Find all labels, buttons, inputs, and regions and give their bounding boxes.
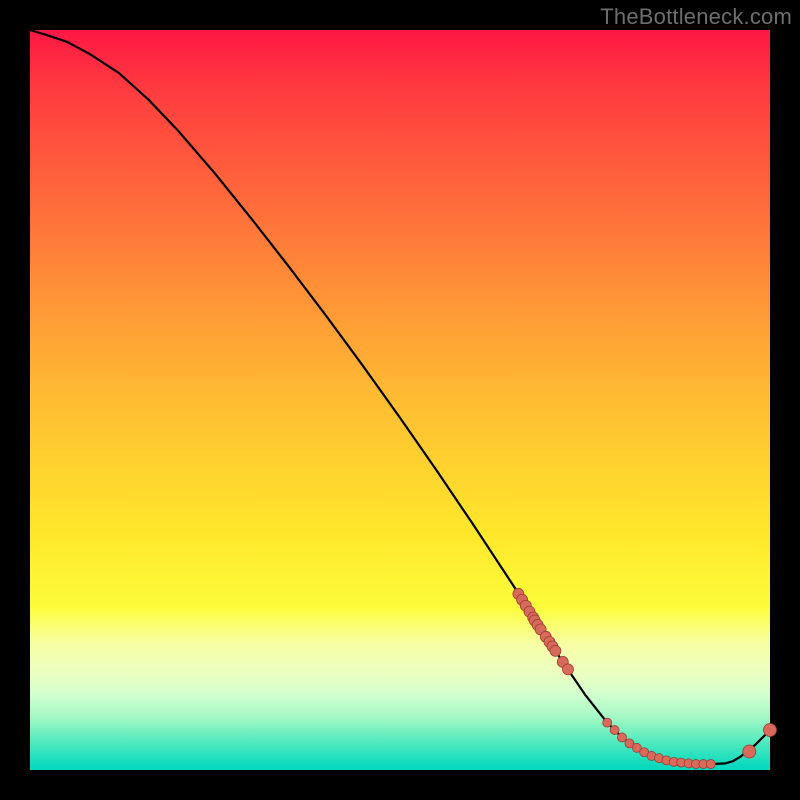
data-dot bbox=[743, 745, 756, 758]
chart-svg bbox=[30, 30, 770, 770]
bottleneck-curve bbox=[30, 30, 770, 764]
data-dot bbox=[562, 664, 573, 675]
data-dot bbox=[603, 718, 612, 727]
data-dot bbox=[610, 726, 619, 735]
watermark-text: TheBottleneck.com bbox=[600, 4, 792, 30]
data-dot bbox=[550, 645, 561, 656]
dots-layer bbox=[513, 588, 777, 768]
data-dot bbox=[618, 733, 627, 742]
data-dot bbox=[706, 760, 715, 769]
chart-frame bbox=[30, 30, 770, 770]
data-dot bbox=[764, 724, 777, 737]
